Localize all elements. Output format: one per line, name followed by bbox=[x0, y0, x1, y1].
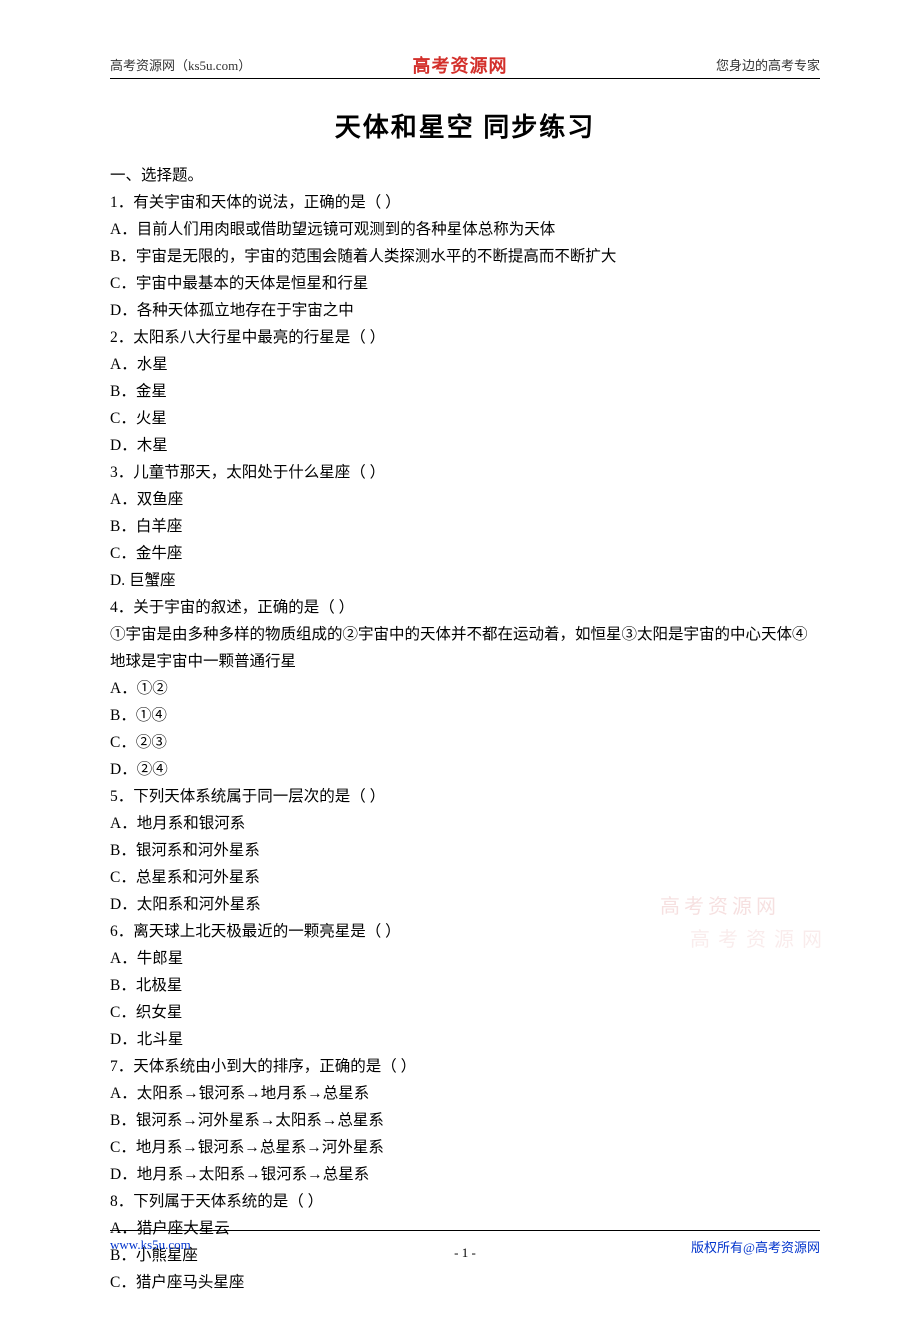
q4-opt-b: B．①④ bbox=[110, 702, 820, 729]
q5-opt-d: D．太阳系和河外星系 bbox=[110, 891, 820, 918]
q2-opt-c: C．火星 bbox=[110, 405, 820, 432]
q2-stem: 2．太阳系八大行星中最亮的行星是（ ） bbox=[110, 324, 820, 351]
q6-stem: 6．离天球上北天极最近的一颗亮星是（ ） bbox=[110, 918, 820, 945]
q8-opt-c: C．猎户座马头星座 bbox=[110, 1269, 820, 1296]
q4-opt-d: D．②④ bbox=[110, 756, 820, 783]
q1-stem: 1．有关宇宙和天体的说法，正确的是（ ） bbox=[110, 189, 820, 216]
q2-opt-b: B．金星 bbox=[110, 378, 820, 405]
q4-opt-c: C．②③ bbox=[110, 729, 820, 756]
q5-stem: 5．下列天体系统属于同一层次的是（ ） bbox=[110, 783, 820, 810]
document-body: 一、选择题。 1．有关宇宙和天体的说法，正确的是（ ） A．目前人们用肉眼或借助… bbox=[110, 162, 820, 1296]
q3-opt-b: B．白羊座 bbox=[110, 513, 820, 540]
q7-opt-d: D．地月系→太阳系→银河系→总星系 bbox=[110, 1161, 820, 1188]
q6-opt-c: C．织女星 bbox=[110, 999, 820, 1026]
q3-opt-d: D. 巨蟹座 bbox=[110, 567, 820, 594]
footer-page-number: - 1 - bbox=[454, 1245, 476, 1261]
q3-opt-c: C．金牛座 bbox=[110, 540, 820, 567]
document-title: 天体和星空 同步练习 bbox=[110, 107, 820, 144]
q5-opt-a: A．地月系和银河系 bbox=[110, 810, 820, 837]
q6-opt-a: A．牛郎星 bbox=[110, 945, 820, 972]
footer-copyright: 版权所有@高考资源网 bbox=[691, 1237, 820, 1256]
q2-opt-a: A．水星 bbox=[110, 351, 820, 378]
q3-stem: 3．儿童节那天，太阳处于什么星座（ ） bbox=[110, 459, 820, 486]
q7-opt-a: A．太阳系→银河系→地月系→总星系 bbox=[110, 1080, 820, 1107]
q5-opt-b: B．银河系和河外星系 bbox=[110, 837, 820, 864]
q3-opt-a: A．双鱼座 bbox=[110, 486, 820, 513]
q6-opt-d: D．北斗星 bbox=[110, 1026, 820, 1053]
q1-opt-b: B．宇宙是无限的，宇宙的范围会随着人类探测水平的不断提高而不断扩大 bbox=[110, 243, 820, 270]
q4-stem: 4．关于宇宙的叙述，正确的是（ ） bbox=[110, 594, 820, 621]
q6-opt-b: B．北极星 bbox=[110, 972, 820, 999]
q8-stem: 8．下列属于天体系统的是（ ） bbox=[110, 1188, 820, 1215]
section-heading: 一、选择题。 bbox=[110, 162, 820, 189]
q1-opt-a: A．目前人们用肉眼或借助望远镜可观测到的各种星体总称为天体 bbox=[110, 216, 820, 243]
q7-opt-b: B．银河系→河外星系→太阳系→总星系 bbox=[110, 1107, 820, 1134]
q7-opt-c: C．地月系→银河系→总星系→河外星系 bbox=[110, 1134, 820, 1161]
q4-opt-a: A．①② bbox=[110, 675, 820, 702]
header-right: 您身边的高考专家 bbox=[716, 55, 820, 74]
q1-opt-d: D．各种天体孤立地存在于宇宙之中 bbox=[110, 297, 820, 324]
q1-opt-c: C．宇宙中最基本的天体是恒星和行星 bbox=[110, 270, 820, 297]
q5-opt-c: C．总星系和河外星系 bbox=[110, 864, 820, 891]
header-left: 高考资源网（ks5u.com） bbox=[110, 55, 251, 74]
q7-stem: 7．天体系统由小到大的排序，正确的是（ ） bbox=[110, 1053, 820, 1080]
q2-opt-d: D．木星 bbox=[110, 432, 820, 459]
q4-extra: ①宇宙是由多种多样的物质组成的②宇宙中的天体并不都在运动着，如恒星③太阳是宇宙的… bbox=[110, 621, 820, 675]
header-center-logo: 高考资源网 bbox=[413, 52, 508, 78]
footer-bar: www.ks5u.com - 1 - 版权所有@高考资源网 bbox=[110, 1230, 820, 1256]
footer-url: www.ks5u.com bbox=[110, 1237, 191, 1256]
